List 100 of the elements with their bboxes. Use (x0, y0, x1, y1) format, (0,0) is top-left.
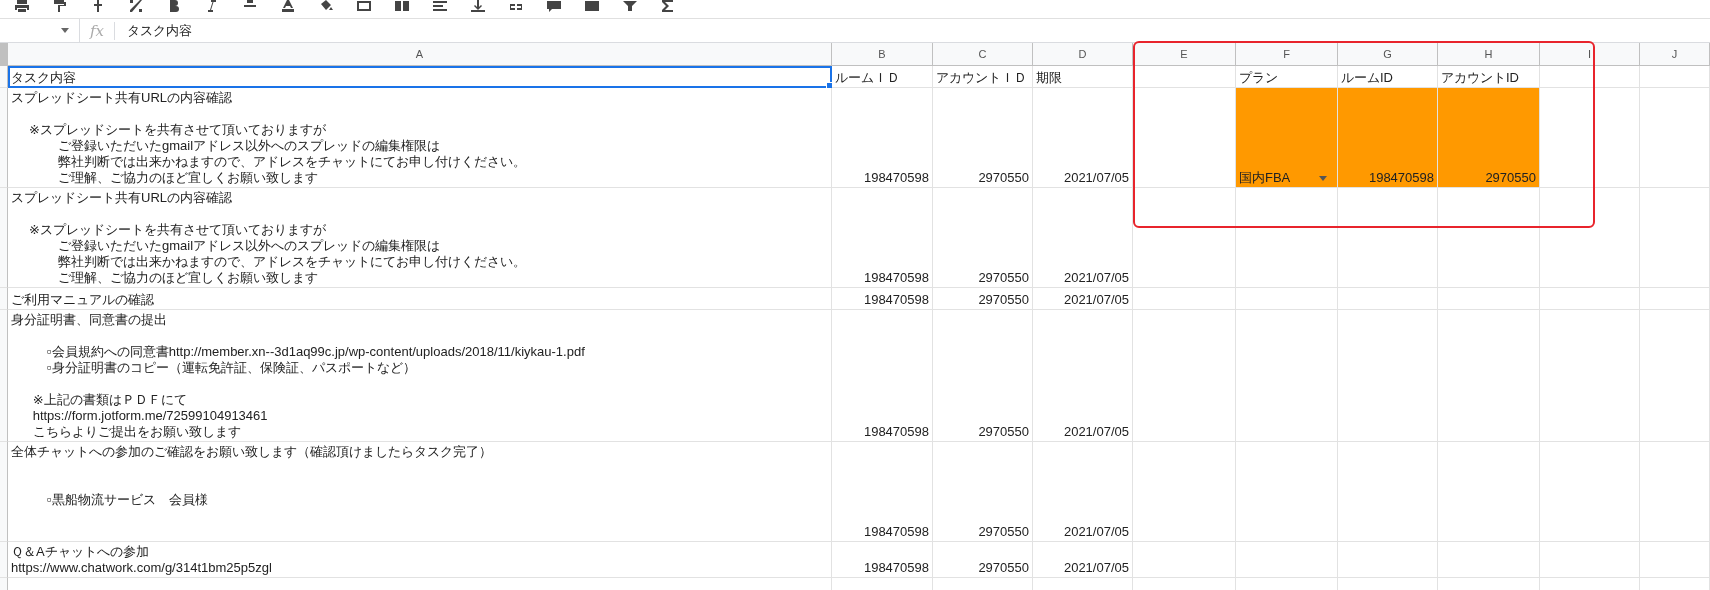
table-cell[interactable] (1438, 442, 1540, 542)
table-cell[interactable] (1133, 88, 1236, 188)
paint-format-icon[interactable] (52, 0, 68, 12)
table-cell[interactable] (1133, 66, 1236, 88)
column-header[interactable]: C (933, 43, 1033, 66)
table-cell[interactable] (1133, 188, 1236, 288)
table-cell[interactable] (1640, 310, 1710, 442)
column-header[interactable]: B (832, 43, 933, 66)
table-cell[interactable]: 国内FBA (1236, 88, 1338, 188)
table-cell[interactable] (1640, 66, 1710, 88)
table-cell[interactable]: 198470598 (832, 442, 933, 542)
formula-field[interactable]: タスク内容 (127, 21, 192, 40)
table-cell[interactable] (1338, 288, 1438, 310)
table-cell[interactable] (1236, 188, 1338, 288)
table-cell[interactable] (1438, 542, 1540, 578)
table-cell[interactable] (1236, 442, 1338, 542)
table-cell[interactable]: スプレッドシート共有URLの内容確認 ※スプレッドシートを共有させて頂いておりますが ご登録いただいたgmailアドレス以外へのスプレッドの編集権限は 弊社判断では出来かねますので、アドレスをチャットにてお申し付けください。 ご理解、ご協力のほど宜しくお願い致します (8, 188, 832, 288)
table-cell[interactable]: ルームID (1338, 66, 1438, 88)
align-icon[interactable] (432, 0, 448, 12)
table-cell[interactable]: 2021/07/05 (1033, 188, 1133, 288)
column-header[interactable]: I (1540, 43, 1640, 66)
column-header[interactable]: F (1236, 43, 1338, 66)
table-cell[interactable]: 198470598 (832, 188, 933, 288)
table-cell[interactable] (1438, 310, 1540, 442)
column-header[interactable]: E (1133, 43, 1236, 66)
table-cell[interactable]: 身分証明書、同意書の提出 ▫会員規約への同意書http://member.xn--3d1aq99c.jp/wp-content/uploads/2018/11/kiykau-1.pdf ▫身分証明書のコピー（運転免許証、保険証、パスポートなど） ※上記の書類はＰＤＦにて https://form.jotform.me/72599104913461 こちらよりご提出をお願い致します (8, 310, 832, 442)
table-cell[interactable]: ご利用マニュアルの確認 (8, 288, 832, 310)
table-cell[interactable]: 198470598 (832, 310, 933, 442)
text-color-icon[interactable] (280, 0, 296, 12)
table-cell[interactable]: 2970550 (933, 310, 1033, 442)
table-cell[interactable] (1133, 310, 1236, 442)
table-cell[interactable] (1640, 288, 1710, 310)
row-header[interactable] (0, 188, 8, 288)
filter-icon[interactable] (622, 0, 638, 12)
table-cell[interactable]: 2970550 (1438, 88, 1540, 188)
table-cell[interactable] (1640, 188, 1710, 288)
table-cell[interactable] (1338, 188, 1438, 288)
table-cell[interactable] (1540, 442, 1640, 542)
borders-icon[interactable] (356, 0, 372, 12)
table-cell[interactable]: 2970550 (933, 288, 1033, 310)
table-cell[interactable]: 2970550 (933, 88, 1033, 188)
vertical-align-icon[interactable] (470, 0, 486, 12)
table-cell[interactable]: スプレッドシート共有URLの内容確認 ※スプレッドシートを共有させて頂いておりますが ご登録いただいたgmailアドレス以外へのスプレッドの編集権限は 弊社判断では出来かねますので、アドレスをチャットにてお申し付けください。 ご理解、ご協力のほど宜しくお願い致します (8, 88, 832, 188)
table-cell[interactable] (1133, 288, 1236, 310)
table-cell[interactable]: 198470598 (832, 88, 933, 188)
table-cell[interactable]: 2021/07/05 (1033, 310, 1133, 442)
row-header[interactable] (0, 88, 8, 188)
sigma-icon[interactable] (660, 0, 676, 12)
merge-icon[interactable] (394, 0, 410, 12)
column-header[interactable]: J (1640, 43, 1710, 66)
table-cell[interactable]: アカウントID (1438, 66, 1540, 88)
column-header[interactable]: H (1438, 43, 1540, 66)
table-cell[interactable] (1236, 542, 1338, 578)
table-cell[interactable]: 2021/07/05 (1033, 288, 1133, 310)
column-header[interactable]: G (1338, 43, 1438, 66)
percent-icon[interactable] (128, 0, 144, 12)
table-cell[interactable]: 2021/07/05 (1033, 88, 1133, 188)
table-cell[interactable]: 2970550 (933, 542, 1033, 578)
table-cell[interactable]: 2970550 (933, 188, 1033, 288)
table-cell[interactable]: 全体チャットへの参加のご確認をお願い致します（確認頂けましたらタスク完了） ▫黒船物流サービス 会員様 (8, 442, 832, 542)
table-cell[interactable] (1640, 542, 1710, 578)
table-cell[interactable] (1338, 442, 1438, 542)
row-header[interactable] (0, 442, 8, 542)
print-icon[interactable] (14, 0, 30, 12)
row-header[interactable] (0, 288, 8, 310)
table-cell[interactable] (1133, 542, 1236, 578)
table-cell[interactable] (1540, 66, 1640, 88)
table-cell[interactable]: アカウントＩＤ (933, 66, 1033, 88)
table-cell[interactable] (1438, 188, 1540, 288)
table-cell[interactable]: 198470598 (832, 288, 933, 310)
table-cell[interactable] (1540, 542, 1640, 578)
table-cell[interactable]: 198470598 (832, 542, 933, 578)
table-cell[interactable]: Ｑ＆Aチャットへの参加 https://www.chatwork.com/g/314t1bm25p5zgl (8, 542, 832, 578)
row-header[interactable] (0, 542, 8, 578)
table-cell[interactable] (1438, 288, 1540, 310)
table-cell[interactable] (1236, 310, 1338, 442)
table-cell[interactable]: タスク内容 (8, 66, 832, 88)
fill-color-icon[interactable] (318, 0, 334, 12)
row-header[interactable] (0, 66, 8, 88)
table-cell[interactable] (1236, 288, 1338, 310)
table-cell[interactable] (1338, 310, 1438, 442)
table-cell[interactable]: プラン (1236, 66, 1338, 88)
comment-icon[interactable] (546, 0, 562, 12)
table-cell[interactable]: 期限 (1033, 66, 1133, 88)
table-cell[interactable]: 198470598 (1338, 88, 1438, 188)
table-cell[interactable] (1640, 442, 1710, 542)
table-cell[interactable]: 2021/07/05 (1033, 442, 1133, 542)
table-cell[interactable]: ルームＩＤ (832, 66, 933, 88)
select-all-corner[interactable] (0, 43, 8, 66)
table-cell[interactable] (1540, 188, 1640, 288)
table-cell[interactable] (1540, 88, 1640, 188)
dropdown-caret-icon[interactable] (1319, 176, 1327, 181)
table-cell[interactable]: 2021/07/05 (1033, 542, 1133, 578)
column-header[interactable]: D (1033, 43, 1133, 66)
column-header[interactable]: A (8, 43, 832, 66)
table-cell[interactable] (1640, 88, 1710, 188)
table-cell[interactable] (1338, 542, 1438, 578)
table-cell[interactable] (1133, 442, 1236, 542)
table-cell[interactable] (1540, 310, 1640, 442)
row-header[interactable] (0, 310, 8, 442)
